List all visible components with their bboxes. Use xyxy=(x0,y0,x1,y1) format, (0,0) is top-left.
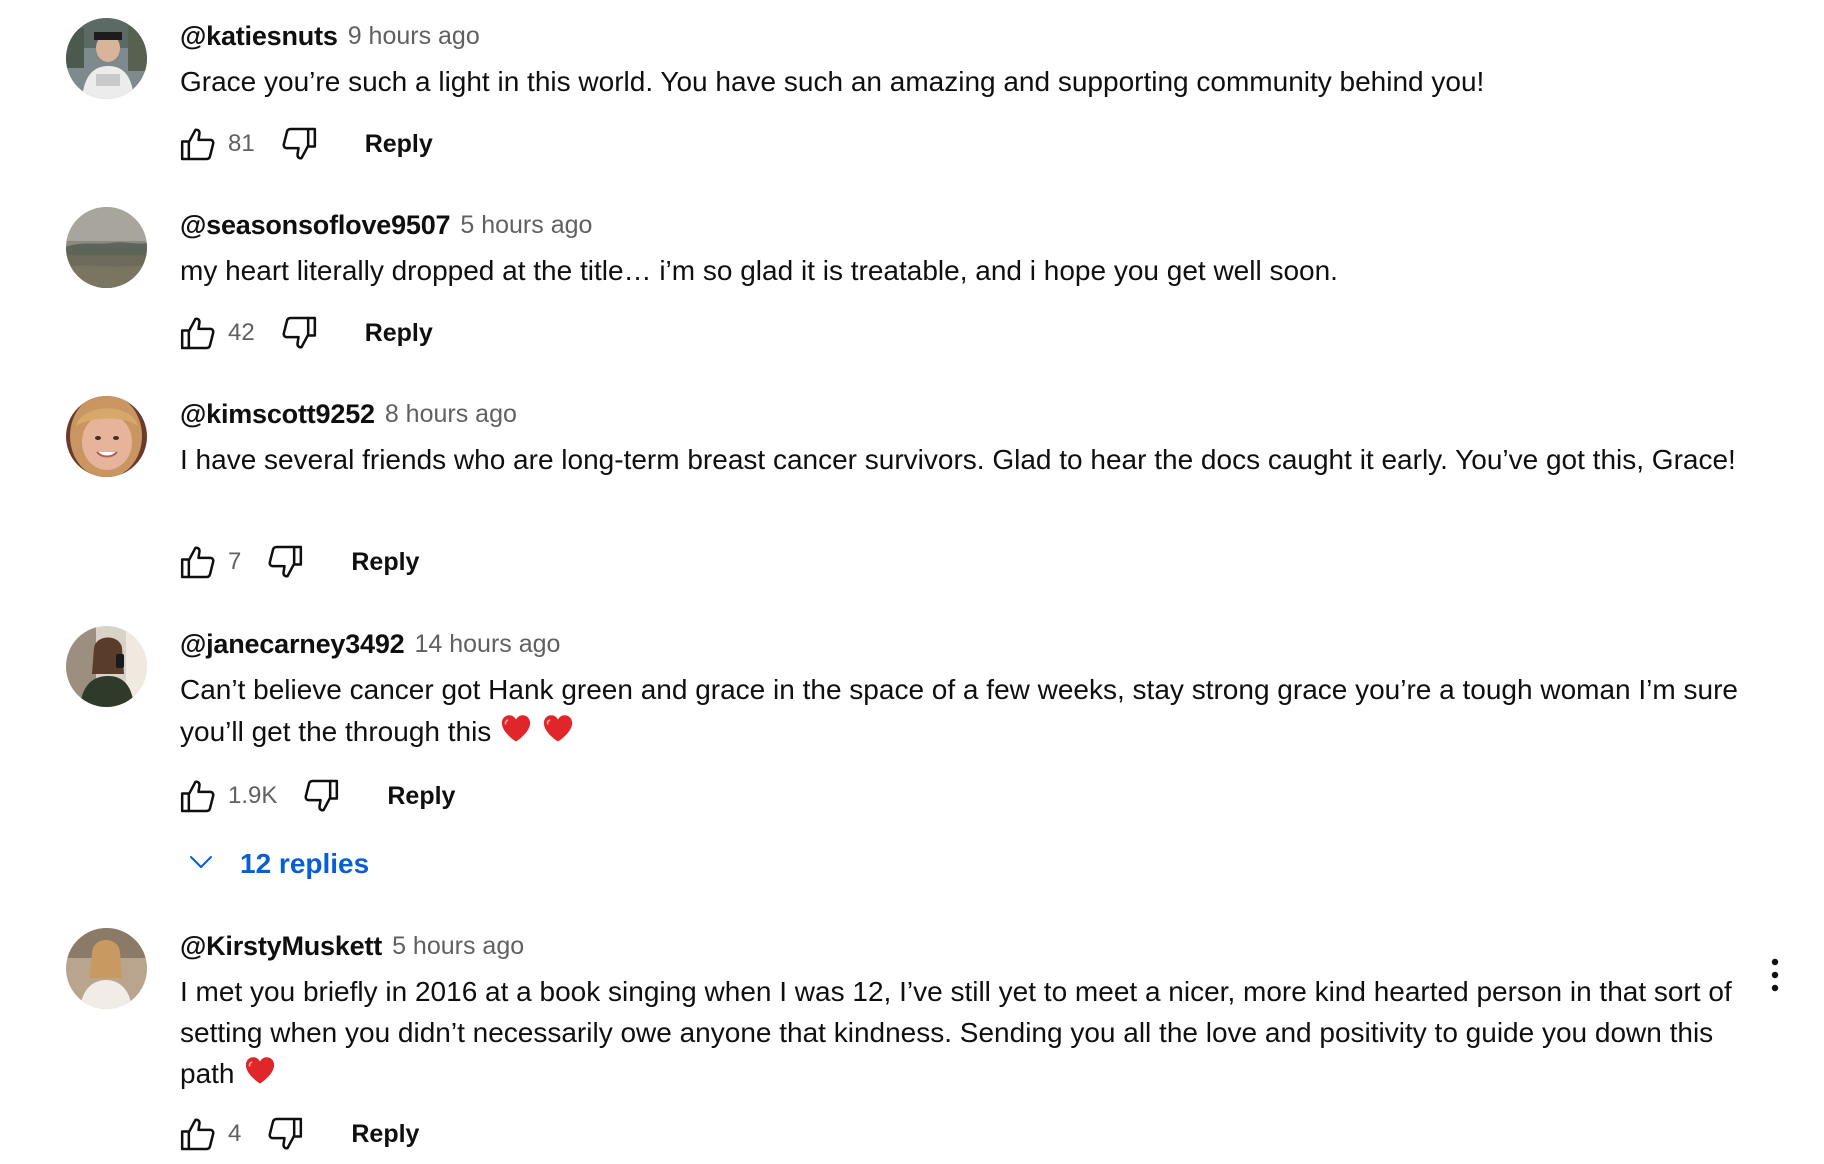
comment-actions: 7 Reply xyxy=(176,540,419,584)
comment-text: I have several friends who are long-term… xyxy=(180,444,1736,475)
avatar[interactable] xyxy=(66,396,147,477)
comment-actions: 42 Reply xyxy=(176,311,433,355)
reply-button[interactable]: Reply xyxy=(365,130,433,159)
comment-author[interactable]: @seasonsoflove9507 xyxy=(180,210,451,241)
like-count: 81 xyxy=(228,130,255,157)
comment-text: Grace you’re such a light in this world.… xyxy=(180,66,1485,97)
thumbs-down-icon[interactable] xyxy=(299,774,343,818)
thumbs-up-icon[interactable] xyxy=(176,311,220,355)
thumbs-up-icon[interactable] xyxy=(176,1112,220,1156)
view-replies-button[interactable]: 12 replies xyxy=(186,842,369,886)
reply-button[interactable]: Reply xyxy=(351,1120,419,1149)
comment-actions: 4 Reply xyxy=(176,1112,419,1156)
thumbs-down-icon[interactable] xyxy=(263,540,307,584)
comment-actions: 81 Reply xyxy=(176,122,433,166)
comment-timestamp[interactable]: 8 hours ago xyxy=(385,400,517,429)
thumbs-down-icon[interactable] xyxy=(263,1112,307,1156)
thumbs-up-icon[interactable] xyxy=(176,122,220,166)
like-count: 1.9K xyxy=(228,782,278,809)
comment-text: Can’t believe cancer got Hank green and … xyxy=(180,670,1740,752)
thumbs-up-icon[interactable] xyxy=(176,774,220,818)
avatar[interactable] xyxy=(66,18,147,99)
reply-button[interactable]: Reply xyxy=(351,548,419,577)
red-heart-emoji xyxy=(499,711,533,745)
comment-author[interactable]: @janecarney3492 xyxy=(180,629,405,660)
red-heart-emoji xyxy=(541,711,575,745)
comment-author[interactable]: @katiesnuts xyxy=(180,21,338,52)
comment-text: my heart literally dropped at the title…… xyxy=(180,255,1338,286)
red-heart-emoji xyxy=(243,1053,277,1087)
comment-text-body: Can’t believe cancer got Hank green and … xyxy=(180,674,1738,747)
like-count: 7 xyxy=(228,548,242,575)
chevron-down-icon xyxy=(186,847,216,882)
comment-author[interactable]: @kimscott9252 xyxy=(180,399,375,430)
comment-timestamp[interactable]: 9 hours ago xyxy=(348,22,480,51)
avatar[interactable] xyxy=(66,207,147,288)
comment-timestamp[interactable]: 5 hours ago xyxy=(392,932,524,961)
reply-button[interactable]: Reply xyxy=(387,782,455,811)
comment-timestamp[interactable]: 5 hours ago xyxy=(460,211,592,240)
avatar[interactable] xyxy=(66,626,147,707)
comment-author[interactable]: @KirstyMuskett xyxy=(180,931,382,962)
thumbs-down-icon[interactable] xyxy=(277,311,321,355)
replies-count-label: 12 replies xyxy=(240,848,370,879)
more-vert-icon[interactable] xyxy=(1760,955,1790,995)
comment-text-body: I met you briefly in 2016 at a book sing… xyxy=(180,976,1732,1089)
thumbs-up-icon[interactable] xyxy=(176,540,220,584)
like-count: 4 xyxy=(228,1120,242,1147)
comment-actions: 1.9K Reply xyxy=(176,774,455,818)
thumbs-down-icon[interactable] xyxy=(277,122,321,166)
comment-timestamp[interactable]: 14 hours ago xyxy=(414,630,560,659)
like-count: 42 xyxy=(228,319,255,346)
avatar[interactable] xyxy=(66,928,147,1009)
comment-text: I met you briefly in 2016 at a book sing… xyxy=(180,972,1740,1095)
reply-button[interactable]: Reply xyxy=(365,319,433,348)
